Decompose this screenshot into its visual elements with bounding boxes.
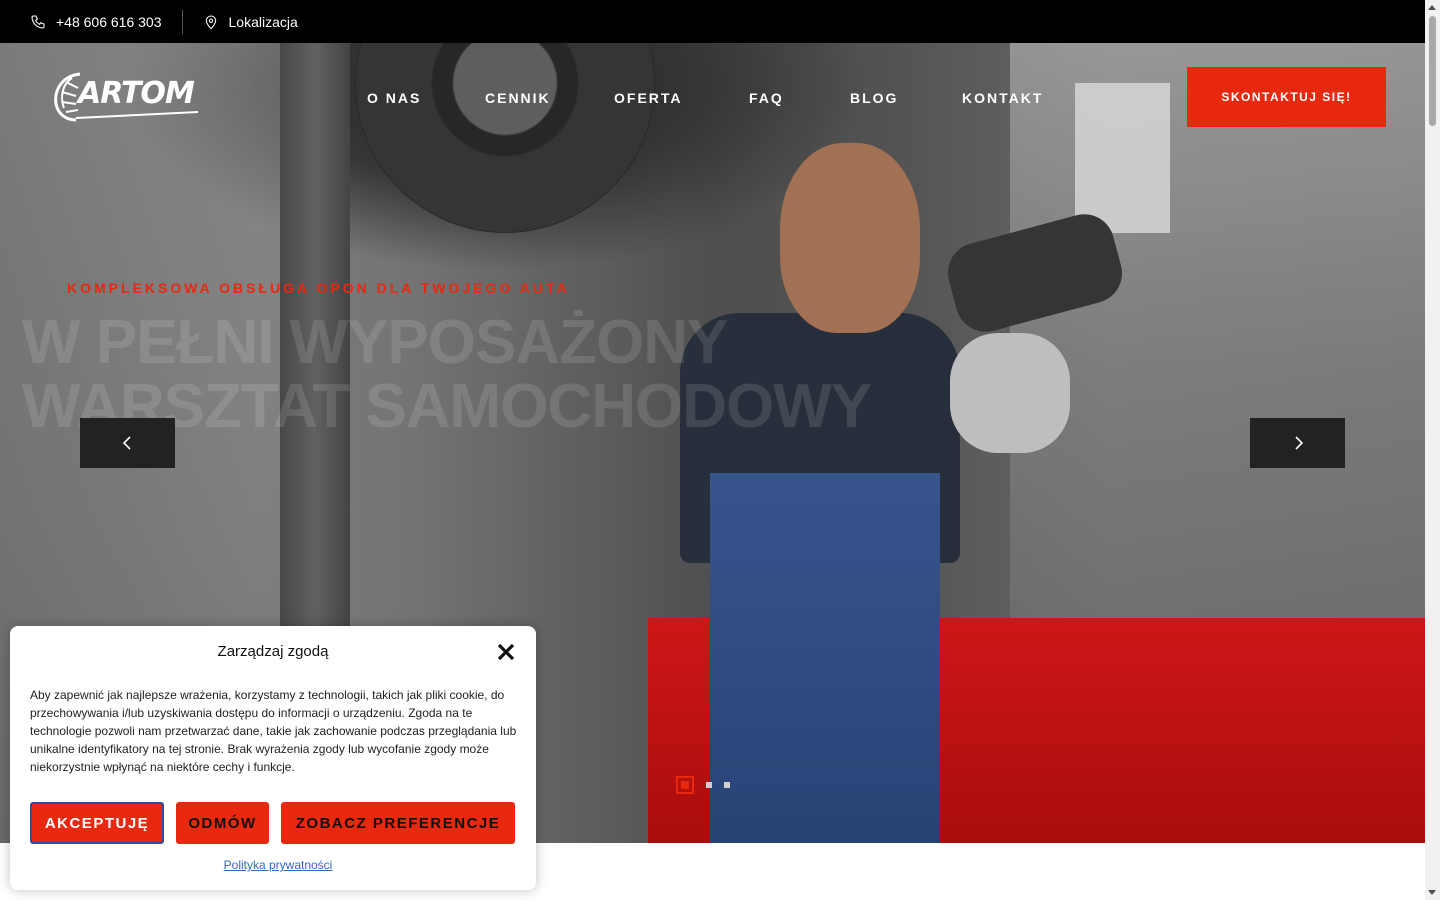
slider-dot-1[interactable] xyxy=(676,776,694,794)
nav-item-blog[interactable]: BLOG xyxy=(850,90,962,106)
close-icon xyxy=(497,643,515,661)
main-nav: O NAS CENNIK OFERTA FAQ BLOG KONTAKT xyxy=(367,90,1043,106)
slider-prev-button[interactable] xyxy=(80,418,175,468)
logo-text: ARTOM xyxy=(78,76,195,111)
phone-number: +48 606 616 303 xyxy=(56,13,162,30)
scroll-down-icon[interactable] xyxy=(1428,890,1436,895)
deny-button[interactable]: ODMÓW xyxy=(176,802,269,844)
hero-headline: W PEŁNI WYPOSAŻONY WARSZTAT SAMOCHODOWY xyxy=(22,311,1122,439)
cookie-consent-dialog: Zarządzaj zgodą Aby zapewnić jak najleps… xyxy=(10,626,536,890)
consent-close-button[interactable] xyxy=(496,642,516,662)
top-bar: +48 606 616 303 Lokalizacja xyxy=(0,0,1425,43)
hero-kicker: KOMPLEKSOWA OBSŁUGA OPON DLA TWOJEGO AUT… xyxy=(67,280,570,296)
phone-link[interactable]: +48 606 616 303 xyxy=(30,9,183,34)
nav-item-faq[interactable]: FAQ xyxy=(749,90,850,106)
chevron-right-icon xyxy=(1294,436,1303,450)
slider-dot-2[interactable] xyxy=(706,782,712,788)
accept-button[interactable]: AKCEPTUJĘ xyxy=(30,802,164,844)
location-label: Lokalizacja xyxy=(228,13,298,30)
consent-title: Zarządzaj zgodą xyxy=(217,643,329,660)
privacy-policy-link[interactable]: Polityka prywatności xyxy=(10,858,546,872)
location-link[interactable]: Lokalizacja xyxy=(203,14,298,30)
chevron-left-icon xyxy=(122,436,131,450)
slider-dot-3[interactable] xyxy=(724,782,730,788)
consent-body: Aby zapewnić jak najlepsze wrażenia, kor… xyxy=(30,688,517,774)
nav-item-oferta[interactable]: OFERTA xyxy=(614,90,749,106)
scrollbar-thumb[interactable] xyxy=(1429,16,1436,126)
nav-item-kontakt[interactable]: KONTAKT xyxy=(962,90,1043,106)
nav-item-cennik[interactable]: CENNIK xyxy=(485,90,614,106)
slider-next-button[interactable] xyxy=(1250,418,1345,468)
scroll-up-icon[interactable] xyxy=(1428,5,1436,10)
contact-cta-button[interactable]: SKONTAKTUJ SIĘ! xyxy=(1187,67,1386,127)
page-scrollbar[interactable] xyxy=(1425,0,1440,900)
hero-headline-line-1: W PEŁNI WYPOSAŻONY xyxy=(22,308,728,377)
slider-pagination xyxy=(676,776,730,794)
nav-item-o-nas[interactable]: O NAS xyxy=(367,90,485,106)
artom-logo[interactable]: ARTOM xyxy=(52,70,202,122)
hero-headline-line-2: WARSZTAT SAMOCHODOWY xyxy=(22,372,872,441)
phone-icon xyxy=(31,14,45,29)
view-preferences-button[interactable]: ZOBACZ PREFERENCJE xyxy=(281,802,515,844)
map-pin-icon xyxy=(205,15,216,29)
